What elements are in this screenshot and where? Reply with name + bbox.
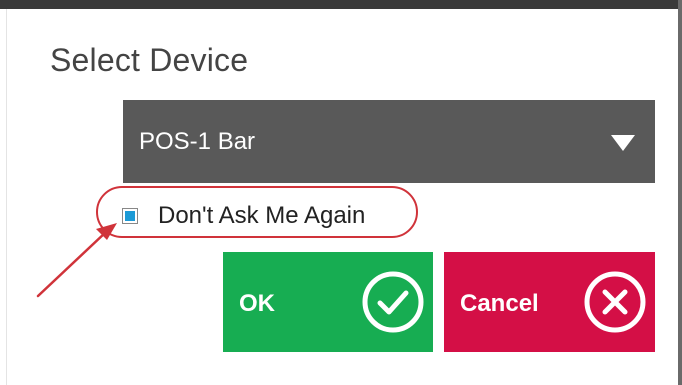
dropdown-triangle-icon xyxy=(611,135,635,151)
window-top-bar xyxy=(0,0,682,9)
dont-ask-again-checkbox[interactable] xyxy=(122,208,138,224)
window-right-border xyxy=(678,0,682,385)
dialog-title: Select Device xyxy=(50,42,249,78)
window-left-border xyxy=(6,9,7,385)
x-circle-icon xyxy=(584,271,646,333)
cancel-button-label: Cancel xyxy=(460,290,539,317)
device-dropdown[interactable]: POS-1 Bar xyxy=(123,100,655,183)
ok-button[interactable]: OK xyxy=(223,252,433,352)
checkmark-circle-icon xyxy=(362,271,424,333)
device-dropdown-value: POS-1 Bar xyxy=(139,128,256,155)
select-device-dialog: Select Device POS-1 Bar Don't Ask Me Aga… xyxy=(0,0,682,385)
checkbox-checked-indicator xyxy=(125,211,135,221)
cancel-button[interactable]: Cancel xyxy=(444,252,655,352)
dont-ask-again-label: Don't Ask Me Again xyxy=(158,202,366,229)
ok-button-label: OK xyxy=(239,290,275,317)
dont-ask-again-option[interactable]: Don't Ask Me Again xyxy=(104,192,416,242)
